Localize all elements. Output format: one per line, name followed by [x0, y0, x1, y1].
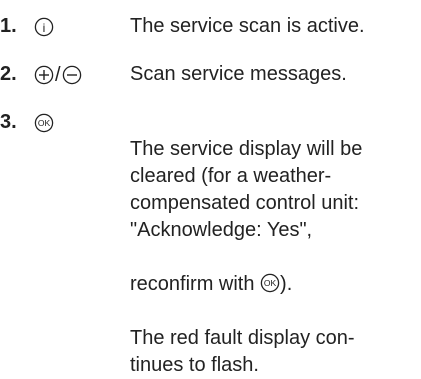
plus-icon [34, 65, 54, 85]
instruction-list: 1. i The service scan is active. 2. / Sc… [0, 0, 421, 376]
step-text-part2-suffix: ). [280, 273, 293, 295]
step-text-part2-prefix: reconfirm with [130, 273, 261, 295]
step-icons: i [34, 16, 54, 38]
ok-icon: OK [260, 273, 280, 293]
step-icons: OK [34, 112, 54, 134]
svg-text:i: i [43, 21, 46, 35]
step-number: 1. [0, 15, 17, 37]
minus-icon [62, 65, 81, 85]
step-text-part1: The service display will be cleared (for… [130, 138, 363, 241]
step-text-part3: The red fault display con- tinues to fla… [130, 327, 355, 376]
step-number: 3. [0, 111, 17, 133]
step-icons: / [34, 64, 82, 86]
step-number: 2. [0, 63, 17, 85]
step-text: Scan service messages. [130, 63, 347, 85]
step-text: The service scan is active. [130, 15, 365, 37]
info-icon: i [34, 17, 54, 37]
svg-text:OK: OK [264, 278, 277, 288]
step-text: The service display will be cleared (for… [130, 109, 420, 379]
ok-icon: OK [34, 113, 54, 133]
svg-text:OK: OK [38, 118, 51, 128]
icon-separator: / [55, 64, 61, 86]
